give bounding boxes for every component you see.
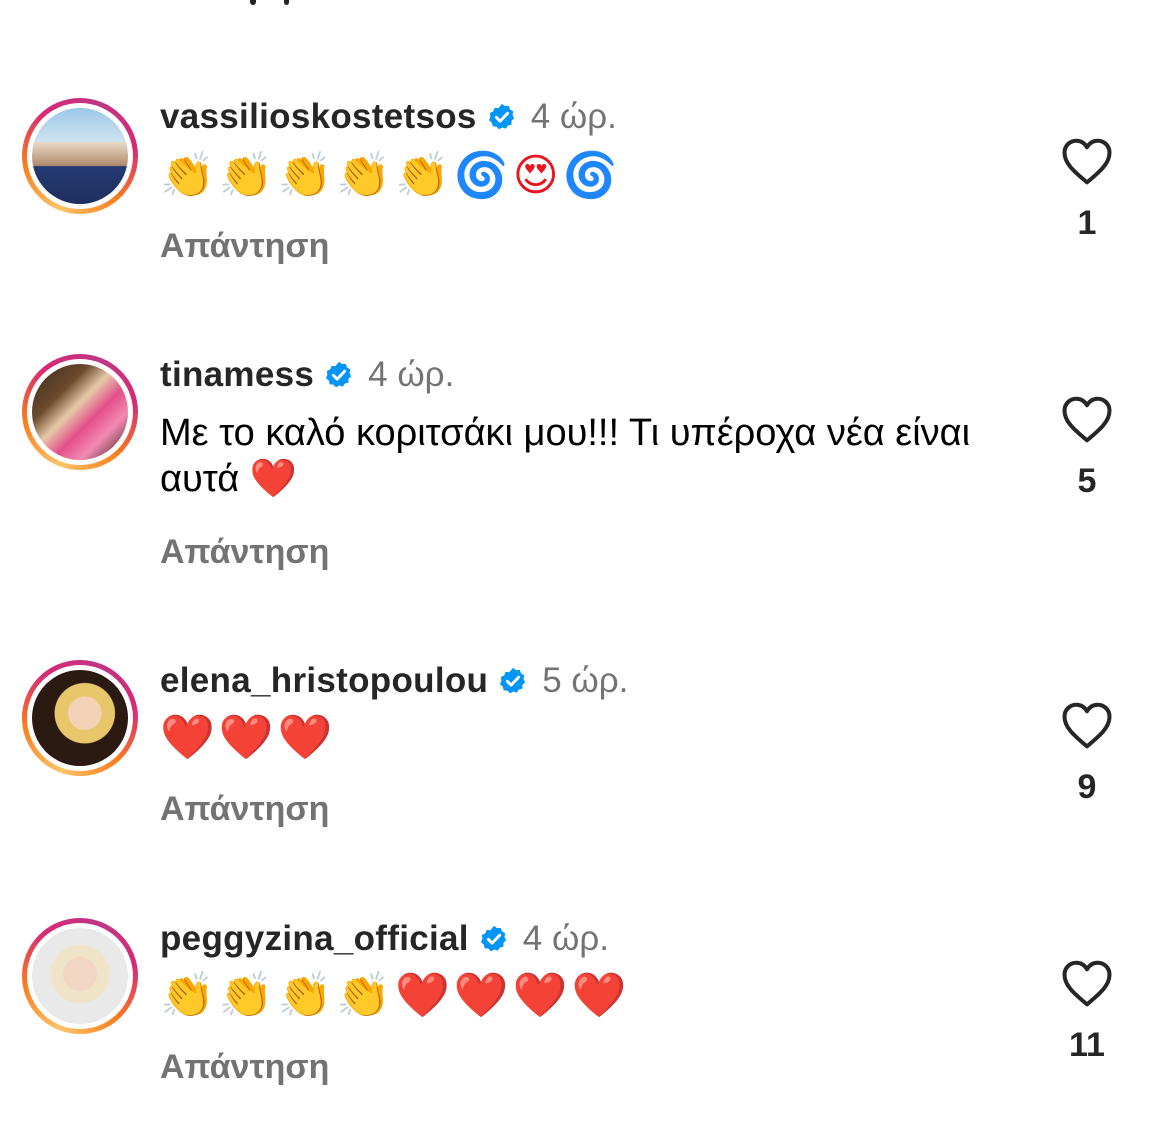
- username[interactable]: tinamess: [160, 355, 314, 395]
- verified-badge-icon: [326, 361, 352, 388]
- username[interactable]: elena_hristopoulou: [160, 661, 488, 701]
- like-count: 11: [1069, 1026, 1105, 1064]
- heart-icon[interactable]: [1060, 700, 1114, 750]
- comment-time: 4 ώρ.: [368, 355, 455, 394]
- avatar[interactable]: [32, 364, 128, 460]
- comment-text: 👏👏👏👏👏🌀😍🌀: [160, 151, 622, 200]
- story-ring[interactable]: [22, 354, 138, 470]
- username[interactable]: peggyzina_official: [160, 919, 469, 959]
- reply-button[interactable]: Απάντηση: [160, 1048, 329, 1087]
- like-count: 9: [1077, 768, 1097, 806]
- heart-icon[interactable]: [1060, 136, 1114, 186]
- heart-icon[interactable]: [1060, 958, 1114, 1008]
- avatar[interactable]: [32, 928, 128, 1024]
- comment-text: ❤️❤️❤️: [160, 713, 337, 762]
- story-ring[interactable]: [22, 98, 138, 214]
- comment-time: 4 ώρ.: [530, 97, 617, 136]
- story-ring[interactable]: [22, 918, 138, 1034]
- verified-badge-icon: [500, 667, 526, 694]
- comment-time: 4 ώρ.: [522, 919, 609, 958]
- reply-button[interactable]: Απάντηση: [160, 790, 329, 829]
- avatar[interactable]: [32, 108, 128, 204]
- comment-text: 👏👏👏👏❤️❤️❤️❤️: [160, 971, 631, 1020]
- reply-button[interactable]: Απάντηση: [160, 533, 329, 572]
- verified-badge-icon: [488, 103, 514, 130]
- previous-comment-clipped-text: [250, 0, 340, 6]
- like-count: 5: [1077, 462, 1097, 500]
- reply-button[interactable]: Απάντηση: [160, 227, 329, 266]
- username[interactable]: vassilioskostetsos: [160, 97, 477, 137]
- verified-badge-icon: [480, 925, 506, 952]
- comment-time: 5 ώρ.: [542, 661, 629, 700]
- like-count: 1: [1077, 204, 1097, 242]
- heart-icon[interactable]: [1060, 394, 1114, 444]
- story-ring[interactable]: [22, 660, 138, 776]
- avatar[interactable]: [32, 670, 128, 766]
- comment-text: Με το καλό κοριτσάκι μου!!! Τι υπέροχα ν…: [160, 412, 971, 500]
